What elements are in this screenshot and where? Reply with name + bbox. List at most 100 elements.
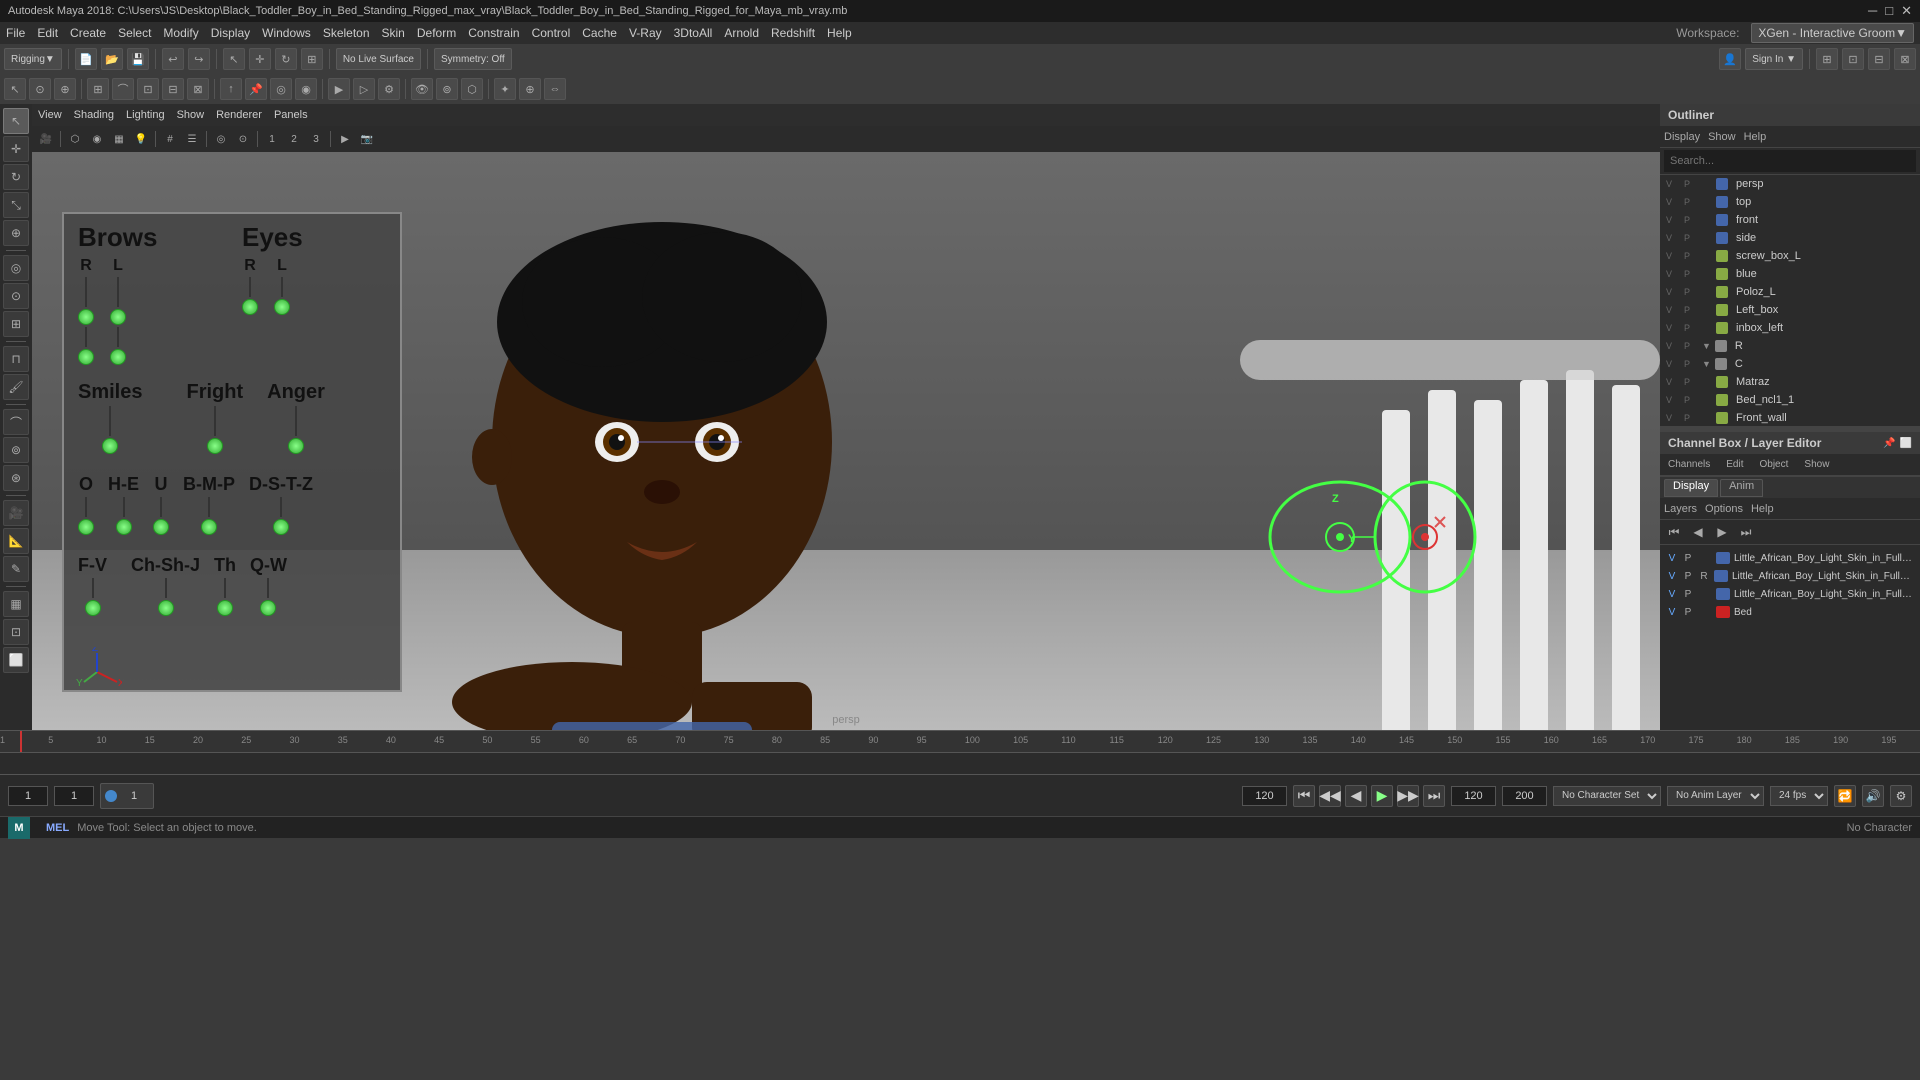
mirror-weight-btn[interactable]: ⇔ — [544, 78, 566, 100]
live-surface-btn[interactable]: No Live Surface — [336, 48, 421, 70]
anger-ctrl[interactable] — [288, 438, 304, 454]
brows-r-ctrl[interactable] — [78, 309, 94, 325]
expand-arrow-icon[interactable]: ▼ — [1702, 341, 1711, 351]
layer-ref-toggle[interactable]: P — [1682, 553, 1694, 564]
show-manip-btn[interactable]: ⊞ — [3, 311, 29, 337]
layer-vis-toggle[interactable]: V — [1666, 589, 1678, 600]
icons-r1[interactable]: ⊞ — [1816, 48, 1838, 70]
layer-ref-toggle[interactable]: P — [1682, 589, 1694, 600]
outliner-item[interactable]: VPinbox_left — [1660, 319, 1920, 337]
char-set-select[interactable]: No Character Set — [1553, 786, 1661, 806]
total-end-input[interactable] — [1502, 786, 1547, 806]
menu-deform[interactable]: Deform — [417, 26, 456, 40]
cb-float-btn[interactable]: ⬜ — [1900, 438, 1912, 449]
play-fwd-btn[interactable]: ▶ — [1371, 785, 1393, 807]
go-end-btn[interactable]: ⏭ — [1423, 785, 1445, 807]
snap-view-btn[interactable]: ⊠ — [187, 78, 209, 100]
menu-help[interactable]: Help — [827, 26, 852, 40]
outliner-item[interactable]: VPPoloz_L — [1660, 283, 1920, 301]
layer-vis-toggle[interactable]: V — [1666, 553, 1678, 564]
sign-in-label[interactable]: Sign In ▼ — [1745, 48, 1803, 70]
vp-camera-icon[interactable]: 🎥 — [36, 129, 56, 149]
menu-select[interactable]: Select — [118, 26, 151, 40]
vp-snapshot-icon[interactable]: 📷 — [357, 129, 377, 149]
expand-arrow-icon[interactable]: ▼ — [1702, 359, 1711, 369]
snap-point-btn[interactable]: ⊡ — [137, 78, 159, 100]
outliner-item[interactable]: VPfront — [1660, 211, 1920, 229]
new-scene-btn[interactable]: 📄 — [75, 48, 97, 70]
phoneme-HE-ctrl[interactable] — [116, 519, 132, 535]
anim-end-input[interactable] — [1451, 786, 1496, 806]
cb-edit-menu[interactable]: Edit — [1722, 459, 1747, 470]
display-tab[interactable]: Display — [1664, 479, 1718, 497]
cb-pin-btn[interactable]: 📌 — [1883, 438, 1895, 449]
menu-file[interactable]: File — [6, 26, 25, 40]
layer-item[interactable]: V P Bed — [1664, 603, 1916, 621]
isolate-btn[interactable]: ◉ — [295, 78, 317, 100]
weight-btn[interactable]: ⊕ — [519, 78, 541, 100]
vp-res-low[interactable]: 1 — [262, 129, 282, 149]
xray-btn[interactable]: ◎ — [270, 78, 292, 100]
lasso-btn[interactable]: ⊙ — [29, 78, 51, 100]
menu-modify[interactable]: Modify — [163, 26, 198, 40]
vp-light-icon[interactable]: 💡 — [131, 129, 151, 149]
layer-scroll-end[interactable]: ⏭ — [1736, 522, 1756, 542]
help-tab[interactable]: Help — [1751, 503, 1774, 515]
options-tab[interactable]: Options — [1705, 503, 1743, 515]
vp-menu-view[interactable]: View — [38, 109, 62, 121]
move-tool[interactable]: ✛ — [249, 48, 271, 70]
cb-channels-menu[interactable]: Channels — [1664, 459, 1714, 470]
phoneme-BMP-ctrl[interactable] — [201, 519, 217, 535]
container-btn[interactable]: ⬜ — [3, 647, 29, 673]
select-mode-btn[interactable]: ↖ — [4, 78, 26, 100]
layer-ref-toggle[interactable]: P — [1682, 571, 1694, 582]
cluster-btn[interactable]: ✦ — [494, 78, 516, 100]
outliner-item[interactable]: VPFront_wall — [1660, 409, 1920, 426]
menu-control[interactable]: Control — [532, 26, 571, 40]
phoneme-Th-ctrl[interactable] — [217, 600, 233, 616]
playhead[interactable] — [20, 731, 22, 753]
menu-create[interactable]: Create — [70, 26, 106, 40]
outliner-show-menu[interactable]: Show — [1708, 131, 1736, 143]
loop-btn[interactable]: 🔁 — [1834, 785, 1856, 807]
outliner-item[interactable]: VPtop — [1660, 193, 1920, 211]
camera-tool[interactable]: 🎥 — [3, 500, 29, 526]
isolate-sel-btn[interactable]: ⊚ — [436, 78, 458, 100]
outliner-item[interactable]: VP▼R — [1660, 337, 1920, 355]
vp-grid-icon[interactable]: # — [160, 129, 180, 149]
outliner-display-menu[interactable]: Display — [1664, 131, 1700, 143]
layer-scroll-prev[interactable]: ◀ — [1688, 522, 1708, 542]
layer-vis-toggle[interactable]: V — [1666, 571, 1678, 582]
current-frame-input[interactable] — [54, 786, 94, 806]
outliner-item[interactable]: VPblue — [1660, 265, 1920, 283]
layers-tab[interactable]: Layers — [1664, 503, 1697, 515]
outliner-help-menu[interactable]: Help — [1744, 131, 1767, 143]
scale-tool[interactable]: ⊞ — [301, 48, 323, 70]
range-end-input[interactable] — [1242, 786, 1287, 806]
measure-tool[interactable]: 📐 — [3, 528, 29, 554]
move-norm-btn[interactable]: ↑ — [220, 78, 242, 100]
phoneme-DSTZ-ctrl[interactable] — [273, 519, 289, 535]
menu-skin[interactable]: Skin — [382, 26, 405, 40]
go-start-btn[interactable]: ⏮ — [1293, 785, 1315, 807]
audio-btn[interactable]: 🔊 — [1862, 785, 1884, 807]
cb-show-menu[interactable]: Show — [1800, 459, 1833, 470]
vp-menu-lighting[interactable]: Lighting — [126, 109, 165, 121]
anim-layer-select[interactable]: No Anim Layer — [1667, 786, 1764, 806]
anim-prefs-btn[interactable]: ⚙ — [1890, 785, 1912, 807]
vp-menu-renderer[interactable]: Renderer — [216, 109, 262, 121]
window-controls[interactable]: ─ □ ✕ — [1868, 3, 1912, 19]
play-back-btn[interactable]: ◀ — [1345, 785, 1367, 807]
layer-vis-toggle[interactable]: V — [1666, 607, 1678, 618]
menu-windows[interactable]: Windows — [262, 26, 311, 40]
vp-menu-panels[interactable]: Panels — [274, 109, 308, 121]
annotate-tool[interactable]: ✎ — [3, 556, 29, 582]
joint-tool[interactable]: ⊚ — [3, 437, 29, 463]
symmetry-btn[interactable]: Symmetry: Off — [434, 48, 512, 70]
wireframe-btn[interactable]: ⬡ — [461, 78, 483, 100]
render-region-btn[interactable]: ▦ — [3, 591, 29, 617]
snap-curve-btn[interactable]: ⌒ — [112, 78, 134, 100]
icons-r4[interactable]: ⊠ — [1894, 48, 1916, 70]
brows-r-ctrl2[interactable] — [78, 349, 94, 365]
cb-object-menu[interactable]: Object — [1756, 459, 1793, 470]
